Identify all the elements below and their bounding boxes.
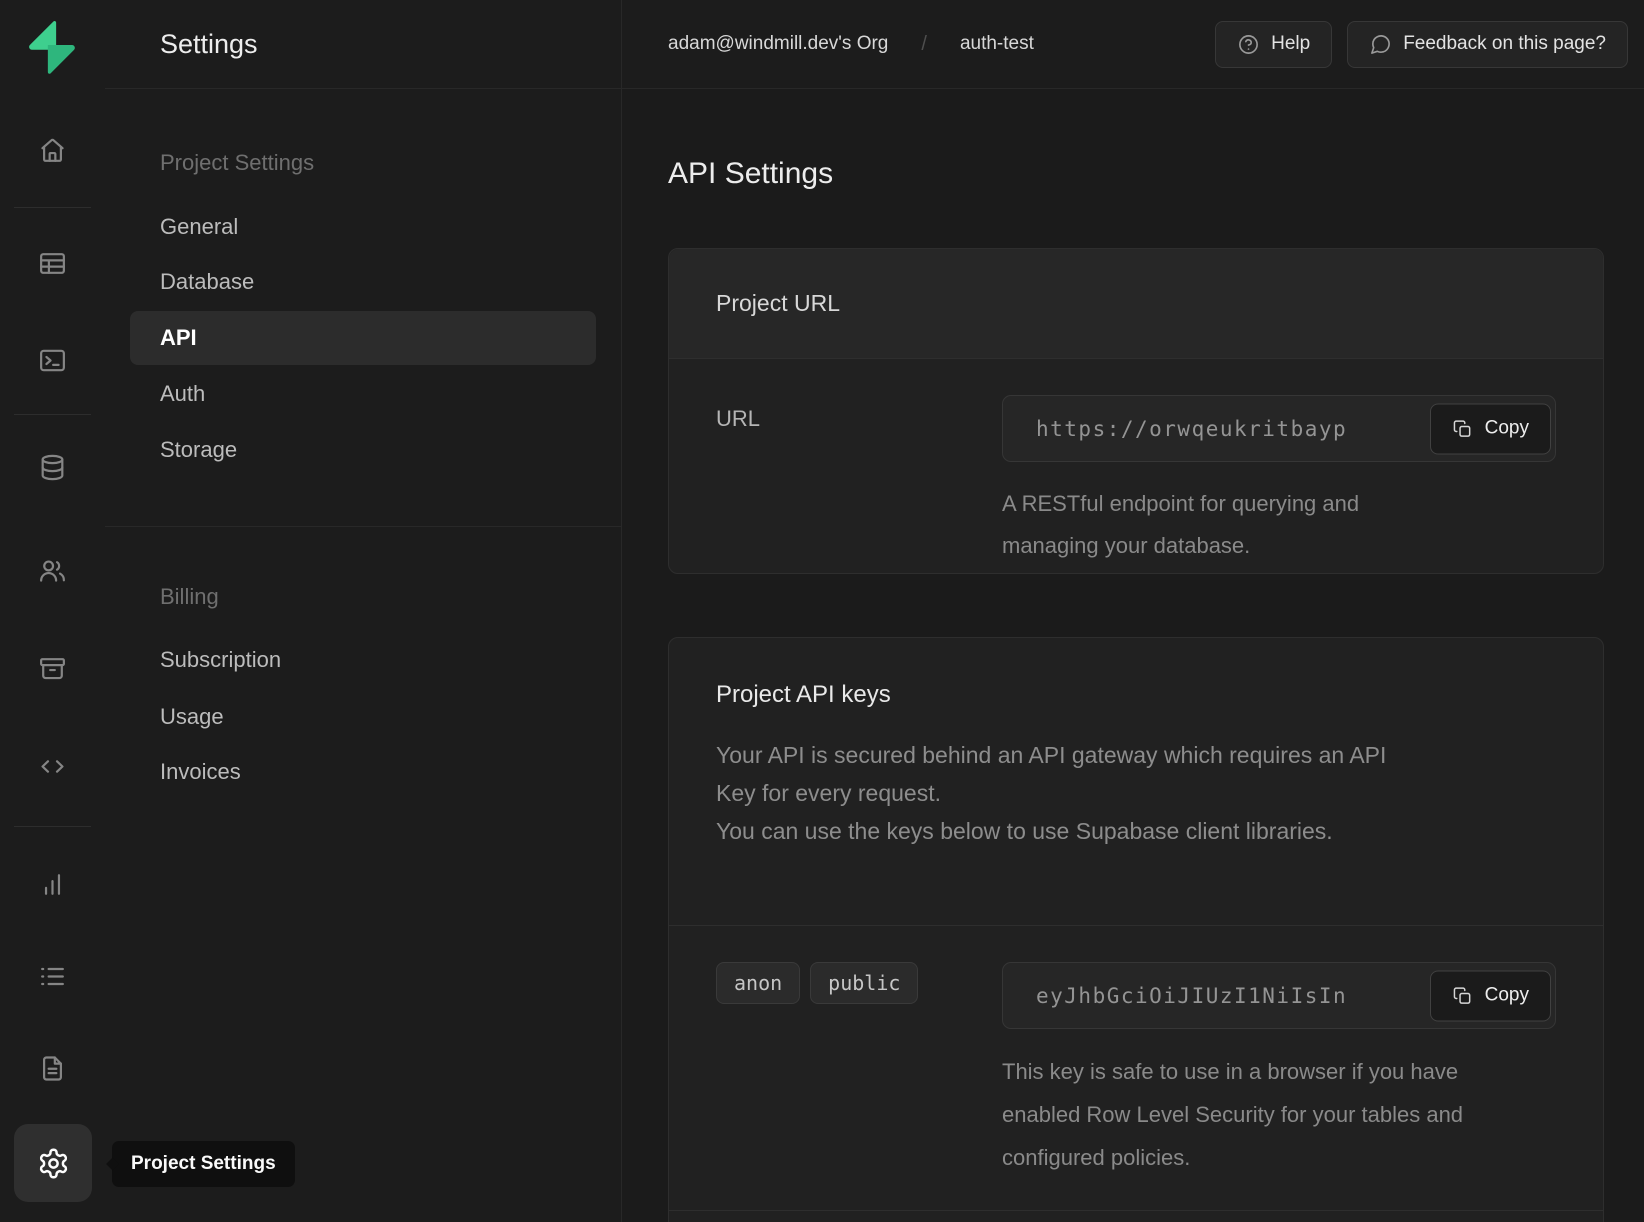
- rail-divider: [14, 826, 91, 827]
- anon-key-field[interactable]: eyJhbGciOiJIUzI1NiIsIn Copy: [1002, 962, 1556, 1029]
- url-description: A RESTful endpoint for querying and mana…: [1002, 483, 1457, 567]
- breadcrumb-separator: /: [921, 33, 927, 56]
- icon-rail: [0, 0, 106, 1222]
- copy-anon-key-button[interactable]: Copy: [1430, 970, 1551, 1021]
- copy-anon-key-label: Copy: [1485, 985, 1529, 1007]
- sidebar-item-database[interactable]: Database: [130, 255, 596, 309]
- rail-divider: [14, 414, 91, 415]
- api-keys-intro: Your API is secured behind an API gatewa…: [716, 736, 1416, 850]
- edge-functions-code-icon[interactable]: [30, 744, 74, 788]
- api-keys-card-title: Project API keys: [716, 638, 1556, 710]
- rail-divider: [14, 207, 91, 208]
- page-title: API Settings: [668, 157, 833, 191]
- copy-icon: [1452, 418, 1473, 439]
- table-editor-icon[interactable]: [30, 241, 74, 285]
- project-url-field[interactable]: https://orwqeukritbayp Copy: [1002, 395, 1556, 462]
- sql-editor-icon[interactable]: [30, 338, 74, 382]
- sidebar-title: Settings: [105, 0, 621, 89]
- project-url-value: https://orwqeukritbayp: [1003, 417, 1347, 441]
- sidebar-item-invoices[interactable]: Invoices: [130, 745, 596, 799]
- anon-key-value: eyJhbGciOiJIUzI1NiIsIn: [1003, 984, 1347, 1008]
- copy-url-button[interactable]: Copy: [1430, 403, 1551, 454]
- api-keys-intro-line-1: Your API is secured behind an API gatewa…: [716, 736, 1416, 812]
- sidebar-item-storage[interactable]: Storage: [130, 423, 596, 477]
- url-label: URL: [716, 407, 760, 589]
- anon-key-row: anon public eyJhbGciOiJIUzI1NiIsIn Copy …: [669, 926, 1603, 1211]
- sidebar-divider: [105, 526, 621, 527]
- main-content: API Settings Project URL URL https://orw…: [622, 89, 1644, 1222]
- copy-url-label: Copy: [1485, 418, 1529, 440]
- anon-key-description: This key is safe to use in a browser if …: [1002, 1050, 1480, 1179]
- section-heading-billing: Billing: [130, 570, 596, 624]
- project-api-keys-card: Project API keys Your API is secured beh…: [668, 637, 1604, 1222]
- url-row: URL https://orwqeukritbayp Copy A RESTfu…: [669, 359, 1603, 589]
- copy-icon: [1452, 985, 1473, 1006]
- home-icon[interactable]: [30, 128, 74, 172]
- supabase-logo[interactable]: [23, 19, 81, 77]
- reports-bar-chart-icon[interactable]: [30, 862, 74, 906]
- anon-badge: anon: [716, 962, 800, 1004]
- key-badges: anon public: [716, 962, 918, 1210]
- public-badge: public: [810, 962, 918, 1004]
- docs-file-text-icon[interactable]: [30, 1046, 74, 1090]
- api-keys-card-header: Project API keys Your API is secured beh…: [669, 638, 1603, 926]
- project-url-card: Project URL URL https://orwqeukritbayp C…: [668, 248, 1604, 574]
- project-settings-gear-icon[interactable]: [14, 1124, 92, 1202]
- logs-list-icon[interactable]: [30, 954, 74, 998]
- sidebar-item-api[interactable]: API: [130, 311, 596, 365]
- supabase-bolt-icon: [23, 19, 81, 76]
- top-bar: adam@windmill.dev's Org / auth-test Help…: [622, 0, 1644, 89]
- database-icon[interactable]: [30, 445, 74, 489]
- breadcrumb: adam@windmill.dev's Org / auth-test: [668, 33, 1034, 56]
- project-url-card-title: Project URL: [669, 249, 1603, 359]
- topbar-actions: Help Feedback on this page?: [1215, 21, 1628, 68]
- sidebar-item-general[interactable]: General: [130, 200, 596, 254]
- speech-bubble-icon: [1369, 33, 1392, 56]
- project-settings-tooltip: Project Settings: [112, 1141, 295, 1187]
- storage-archive-icon[interactable]: [30, 646, 74, 690]
- section-heading-project-settings: Project Settings: [130, 136, 596, 190]
- api-keys-intro-line-2: You can use the keys below to use Supaba…: [716, 812, 1416, 850]
- feedback-button[interactable]: Feedback on this page?: [1347, 21, 1628, 68]
- feedback-button-label: Feedback on this page?: [1403, 33, 1606, 55]
- help-button-label: Help: [1271, 33, 1310, 55]
- help-button[interactable]: Help: [1215, 21, 1332, 68]
- help-circle-icon: [1237, 33, 1260, 56]
- sidebar-item-auth[interactable]: Auth: [130, 367, 596, 421]
- authentication-users-icon[interactable]: [30, 548, 74, 592]
- sidebar-item-subscription[interactable]: Subscription: [130, 633, 596, 687]
- breadcrumb-org[interactable]: adam@windmill.dev's Org: [668, 33, 888, 55]
- breadcrumb-project[interactable]: auth-test: [960, 33, 1034, 55]
- settings-sidebar: Settings Project Settings General Databa…: [105, 0, 622, 1222]
- sidebar-item-usage[interactable]: Usage: [130, 690, 596, 744]
